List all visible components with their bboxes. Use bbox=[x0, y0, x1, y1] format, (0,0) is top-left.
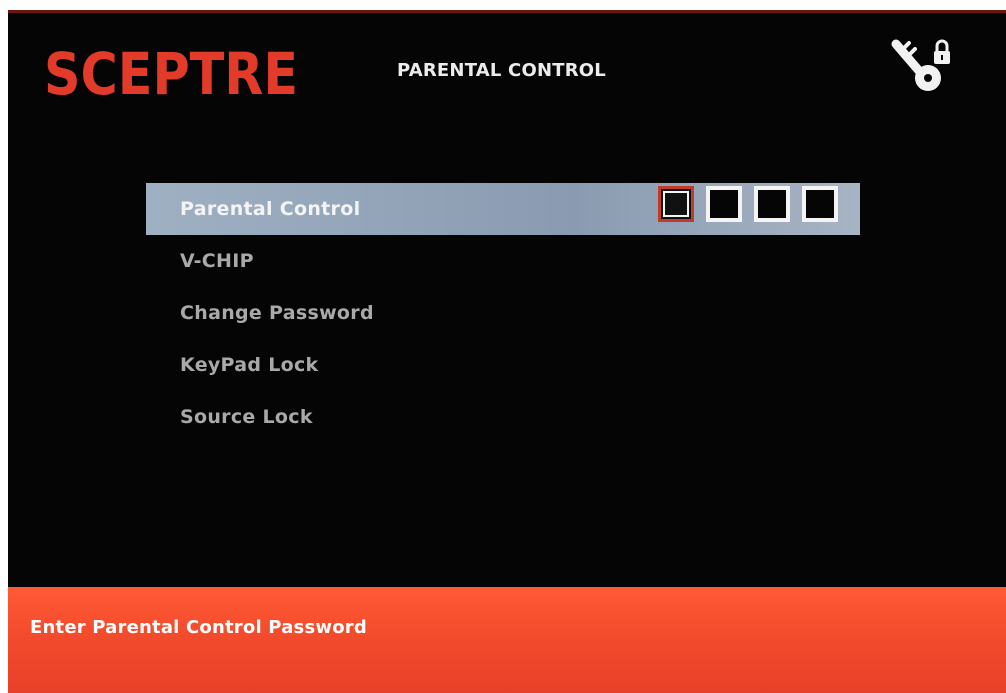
menu-item-label: Source Lock bbox=[180, 406, 313, 428]
menu-item-label: KeyPad Lock bbox=[180, 354, 319, 376]
key-lock-icon bbox=[891, 39, 950, 91]
help-text: Enter Parental Control Password bbox=[30, 617, 367, 638]
menu-item-label: V-CHIP bbox=[180, 250, 254, 272]
menu-item-source-lock[interactable]: Source Lock bbox=[146, 391, 860, 443]
menu-item-label: Change Password bbox=[180, 302, 374, 324]
menu-item-parental-control[interactable]: Parental Control bbox=[146, 183, 860, 235]
sceptre-logo: SCEPTRE bbox=[44, 40, 298, 104]
page-title: PARENTAL CONTROL bbox=[397, 60, 606, 81]
password-digit-4[interactable] bbox=[802, 186, 838, 222]
menu-item-v-chip[interactable]: V-CHIP bbox=[146, 235, 860, 287]
password-entry bbox=[658, 186, 838, 222]
top-edge bbox=[8, 10, 1006, 13]
password-digit-3[interactable] bbox=[754, 186, 790, 222]
password-digit-1[interactable] bbox=[658, 186, 694, 222]
help-bar: Enter Parental Control Password bbox=[8, 587, 1006, 693]
menu-item-keypad-lock[interactable]: KeyPad Lock bbox=[146, 339, 860, 391]
parental-menu: Parental Control V-CHIP Change Password … bbox=[146, 183, 860, 443]
brand-name: SCEPTRE bbox=[44, 40, 298, 104]
password-digit-2[interactable] bbox=[706, 186, 742, 222]
menu-item-change-password[interactable]: Change Password bbox=[146, 287, 860, 339]
menu-item-label: Parental Control bbox=[180, 198, 361, 220]
tv-screen: SCEPTRE PARENTAL CONTROL Parental Contro… bbox=[8, 10, 1006, 693]
